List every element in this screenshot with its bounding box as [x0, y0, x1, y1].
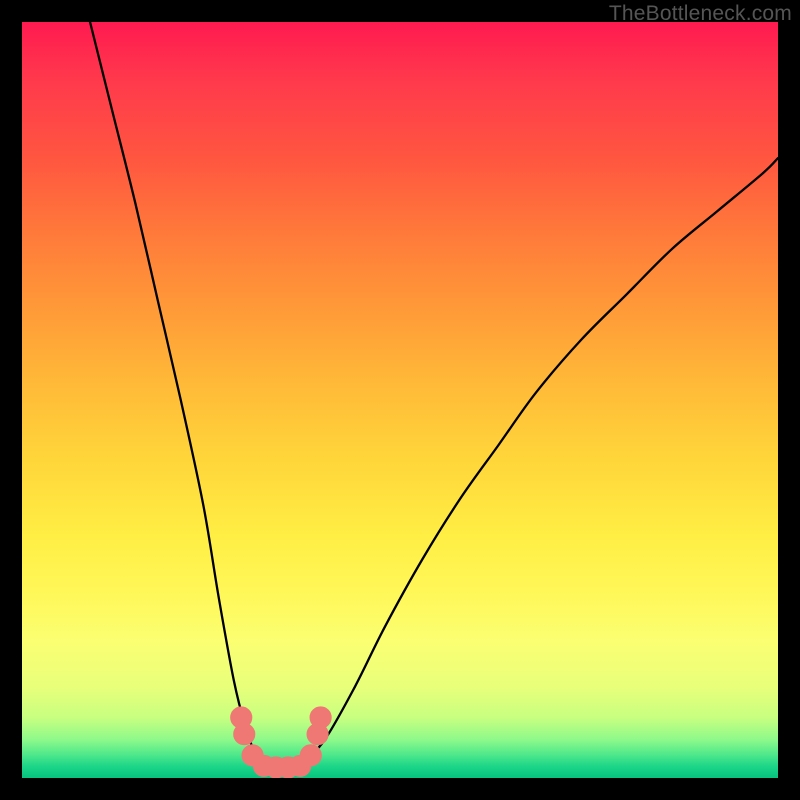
curve-marker [300, 745, 321, 766]
chart-frame [22, 22, 778, 778]
curve-marker [234, 724, 255, 745]
curve-layer [22, 22, 778, 778]
curve-markers [231, 707, 332, 778]
curve-marker [310, 707, 331, 728]
watermark-text: TheBottleneck.com [609, 2, 792, 26]
bottleneck-curve [90, 22, 778, 772]
